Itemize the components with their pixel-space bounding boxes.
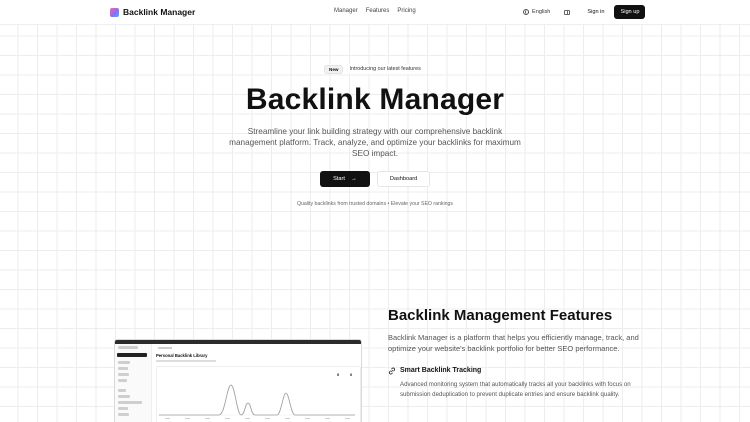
start-label: Start bbox=[333, 176, 345, 182]
book-icon[interactable] bbox=[564, 9, 571, 15]
arrow-right-icon: → bbox=[350, 176, 357, 182]
preview-sidebar-item bbox=[118, 407, 128, 410]
brand[interactable]: Backlink Manager bbox=[110, 7, 195, 17]
dashboard-button[interactable]: Dashboard bbox=[377, 171, 430, 187]
announcement-text: Introducing our latest features bbox=[349, 66, 421, 72]
preview-sidebar-item bbox=[118, 373, 129, 376]
language-label: English bbox=[532, 9, 551, 15]
preview-chart-xticks bbox=[165, 418, 350, 419]
globe-icon bbox=[523, 9, 529, 15]
feature-item-title: Smart Backlink Tracking bbox=[400, 367, 482, 374]
preview-sidebar-item bbox=[118, 367, 128, 370]
language-selector[interactable]: English bbox=[523, 9, 550, 15]
features-description: Backlink Manager is a platform that help… bbox=[388, 333, 639, 353]
hero-note: Quality backlinks from trusted domains •… bbox=[296, 201, 454, 207]
announcement-badge[interactable]: New Introducing our latest features bbox=[322, 64, 423, 74]
features-title: Backlink Management Features bbox=[388, 307, 613, 324]
feature-item-description: Advanced monitoring system that automati… bbox=[400, 381, 631, 398]
link-icon bbox=[388, 367, 396, 375]
preview-sidebar-item bbox=[118, 361, 130, 364]
preview-chart bbox=[159, 384, 355, 419]
preview-sidebar-active bbox=[117, 353, 147, 357]
preview-chart-line bbox=[159, 384, 355, 416]
preview-sidebar-item bbox=[118, 346, 138, 349]
nav-link-features[interactable]: Features bbox=[366, 8, 390, 14]
hero-subtitle: Streamline your link building strategy w… bbox=[229, 127, 521, 158]
preview-sidebar-item bbox=[118, 401, 142, 404]
app-preview: Personal Backlink Library 0 0 bbox=[114, 339, 362, 422]
preview-breadcrumb bbox=[158, 347, 172, 349]
preview-sidebar bbox=[115, 344, 152, 422]
nav-actions: English Sign in Sign up bbox=[523, 5, 646, 19]
new-badge: New bbox=[324, 64, 344, 74]
preview-title: Personal Backlink Library bbox=[156, 353, 208, 358]
brand-name: Backlink Manager bbox=[123, 7, 196, 17]
sign-up-button[interactable]: Sign up bbox=[614, 5, 646, 19]
sign-in-button[interactable]: Sign in bbox=[582, 6, 610, 18]
preview-sidebar-item bbox=[118, 389, 126, 392]
preview-main: Personal Backlink Library 0 0 bbox=[153, 344, 361, 422]
logo-icon bbox=[110, 7, 119, 17]
preview-sidebar-item bbox=[118, 379, 127, 382]
preview-sidebar-item bbox=[118, 413, 129, 416]
start-button[interactable]: Start → bbox=[320, 171, 370, 187]
nav-links: Manager Features Pricing bbox=[334, 8, 416, 14]
top-nav: Backlink Manager Manager Features Pricin… bbox=[0, 0, 750, 25]
hero-title: Backlink Manager bbox=[245, 83, 505, 116]
nav-link-pricing[interactable]: Pricing bbox=[397, 8, 415, 14]
preview-sidebar-item bbox=[118, 395, 130, 398]
preview-subtitle bbox=[156, 360, 216, 362]
nav-link-manager[interactable]: Manager bbox=[334, 8, 358, 14]
